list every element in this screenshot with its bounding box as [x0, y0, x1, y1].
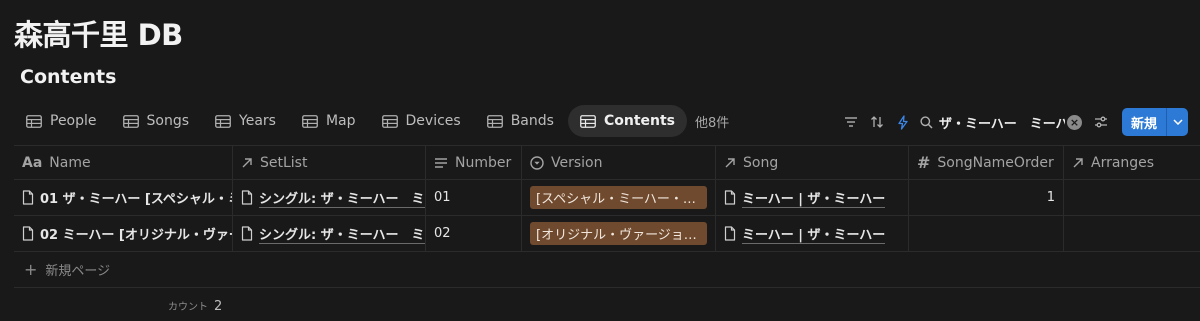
tab-devices[interactable]: Devices [370, 105, 473, 137]
search-icon [920, 115, 933, 129]
table-icon [580, 114, 596, 128]
setlist-cell[interactable]: シングル: ザ・ミーハー ミーハー [233, 180, 426, 215]
page-icon [241, 190, 253, 205]
name-cell[interactable]: 01 ザ・ミーハー [スペシャル・ミーハー] [14, 180, 233, 215]
name-cell[interactable]: 02 ミーハー [オリジナル・ヴァージョン] [14, 216, 233, 251]
view-tabs: People Songs Years Map Devices Bands Con… [14, 105, 735, 137]
table-row[interactable]: 02 ミーハー [オリジナル・ヴァージョン] シングル: ザ・ミーハー ミーハー… [14, 216, 1200, 252]
number-hash-icon: # [917, 153, 931, 172]
table-icon [381, 114, 398, 128]
tab-label: Bands [510, 113, 554, 129]
relation-arrow-icon [724, 157, 736, 169]
column-label: Number [455, 154, 512, 171]
column-label: Version [551, 154, 603, 171]
column-header-name[interactable]: Aa Name [14, 146, 233, 179]
table-icon [302, 114, 318, 128]
count-footer[interactable]: カウント 2 [168, 298, 222, 314]
clear-search-icon[interactable]: × [1066, 114, 1082, 130]
count-label: カウント [168, 302, 208, 313]
search-input[interactable]: ザ・ミーハー ミーハー [939, 113, 1065, 132]
automation-lightning-icon[interactable] [890, 109, 916, 135]
select-tag: [スペシャル・ミーハー・… [530, 186, 707, 209]
tab-label: Map [325, 113, 356, 129]
new-dropdown-button[interactable] [1166, 108, 1188, 136]
table-header: Aa Name SetList Number Version Song # So… [14, 145, 1200, 180]
table-icon [486, 114, 503, 128]
view-title: Contents [20, 66, 117, 88]
sort-icon[interactable] [864, 109, 890, 135]
add-row-label: 新規ページ [45, 264, 111, 279]
database-table: Aa Name SetList Number Version Song # So… [14, 145, 1200, 288]
song-cell[interactable]: ミーハー | ザ・ミーハー [716, 216, 909, 251]
version-cell[interactable]: [オリジナル・ヴァージョ… [522, 216, 716, 251]
relation-link[interactable]: シングル: ザ・ミーハー ミーハー [259, 224, 425, 244]
tab-years[interactable]: Years [203, 105, 288, 137]
song-cell[interactable]: ミーハー | ザ・ミーハー [716, 180, 909, 215]
database-title: 森高千里 DB [14, 18, 183, 52]
table-row[interactable]: 01 ザ・ミーハー [スペシャル・ミーハー] シングル: ザ・ミーハー ミーハー… [14, 180, 1200, 216]
relation-link[interactable]: シングル: ザ・ミーハー ミーハー [259, 188, 425, 208]
column-header-arranges[interactable]: Arranges [1064, 146, 1200, 179]
count-value: 2 [214, 299, 223, 314]
songnameorder-cell[interactable] [909, 216, 1064, 251]
tab-label: People [50, 113, 97, 129]
add-new-page-button[interactable]: + 新規ページ [14, 252, 1200, 288]
new-button-group: 新規 [1121, 108, 1188, 136]
view-settings-icon[interactable] [1088, 109, 1114, 135]
tab-contents[interactable]: Contents [567, 105, 687, 137]
chevron-down-icon [1172, 119, 1183, 125]
tab-label: Contents [603, 113, 675, 129]
page-icon [22, 190, 34, 205]
row-title: 02 ミーハー [オリジナル・ヴァージョン] [40, 228, 232, 243]
arranges-cell[interactable] [1064, 180, 1200, 215]
select-circle-icon [530, 155, 544, 170]
column-header-setlist[interactable]: SetList [233, 146, 426, 179]
search-field[interactable]: ザ・ミーハー ミーハー × [920, 113, 1082, 132]
column-header-number[interactable]: Number [426, 146, 522, 179]
version-cell[interactable]: [スペシャル・ミーハー・… [522, 180, 716, 215]
number-cell[interactable]: 02 [426, 216, 522, 251]
page-icon [241, 226, 253, 241]
text-lines-icon [434, 157, 448, 169]
relation-arrow-icon [1072, 157, 1084, 169]
tab-label: Devices [405, 113, 461, 129]
page-icon [724, 190, 736, 205]
table-icon [122, 114, 139, 128]
view-toolbar: ザ・ミーハー ミーハー × 新規 [838, 108, 1188, 136]
column-header-version[interactable]: Version [522, 146, 716, 179]
relation-link[interactable]: ミーハー | ザ・ミーハー [742, 224, 886, 244]
arranges-cell[interactable] [1064, 216, 1200, 251]
number-cell[interactable]: 01 [426, 180, 522, 215]
column-label: SongNameOrder [937, 154, 1054, 171]
tab-label: Years [239, 113, 276, 129]
setlist-cell[interactable]: シングル: ザ・ミーハー ミーハー [233, 216, 426, 251]
column-label: Name [49, 154, 91, 171]
column-label: Song [743, 154, 779, 171]
table-icon [26, 114, 42, 128]
row-title: 01 ザ・ミーハー [スペシャル・ミーハー] [40, 192, 232, 207]
relation-link[interactable]: ミーハー | ザ・ミーハー [742, 188, 886, 208]
page-icon [724, 226, 736, 241]
column-label: SetList [260, 154, 308, 171]
relation-arrow-icon [241, 157, 253, 169]
page-icon [22, 226, 34, 241]
column-header-song[interactable]: Song [716, 146, 909, 179]
new-button[interactable]: 新規 [1122, 108, 1166, 136]
title-aa-icon: Aa [22, 154, 43, 171]
plus-icon: + [24, 260, 38, 279]
tab-bands[interactable]: Bands [475, 105, 566, 137]
table-icon [215, 114, 231, 128]
filter-icon[interactable] [838, 109, 864, 135]
tab-songs[interactable]: Songs [111, 105, 202, 137]
tab-people[interactable]: People [14, 105, 109, 137]
more-views-link[interactable]: 他8件 [689, 112, 735, 131]
songnameorder-cell[interactable]: 1 [909, 180, 1064, 215]
select-tag: [オリジナル・ヴァージョ… [530, 222, 707, 245]
column-header-songnameorder[interactable]: # SongNameOrder [909, 146, 1064, 179]
tab-label: Songs [146, 113, 190, 129]
tab-map[interactable]: Map [290, 105, 368, 137]
column-label: Arranges [1091, 154, 1155, 171]
